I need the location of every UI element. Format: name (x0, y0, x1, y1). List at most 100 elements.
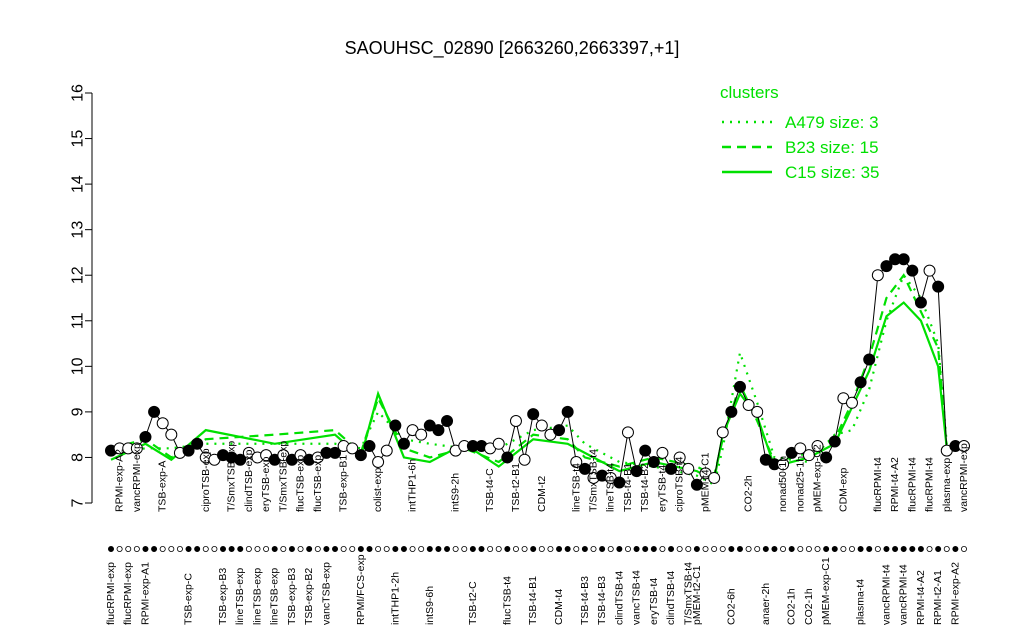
x-tick-label: CDM-exp (837, 468, 849, 512)
rug-mark (711, 546, 718, 553)
rug-mark (254, 546, 261, 553)
rug-mark (599, 546, 606, 553)
rug-mark (435, 546, 442, 553)
data-point (863, 353, 876, 366)
rug-mark (108, 546, 115, 553)
rug-mark (926, 546, 933, 553)
x-tick-label: TSB-t4-C (484, 468, 496, 512)
x-tick-label: eryTSB-exp (260, 456, 272, 512)
rug-mark (607, 546, 614, 553)
x-tick-label: flucTSB-exp (312, 455, 324, 512)
x-tick-label: lineTSB-t4 (605, 463, 617, 512)
rug-mark (194, 546, 201, 553)
data-point (501, 451, 514, 464)
data-point (492, 437, 505, 450)
rug-mark (883, 546, 890, 553)
data-point (165, 428, 178, 441)
x-tick-label: plasma-t4 (855, 579, 867, 625)
rug-mark (349, 546, 356, 553)
rug-mark (581, 546, 588, 553)
rug-marks (108, 546, 968, 553)
data-point (845, 396, 858, 409)
rug-mark (504, 546, 511, 553)
data-point (389, 419, 402, 432)
rug-mark (314, 546, 321, 553)
rug-mark (590, 546, 597, 553)
rug-mark (125, 546, 132, 553)
x-tick-label: vancTSB-t4 (631, 570, 643, 625)
rug-mark (297, 546, 304, 553)
legend-title: clusters (720, 83, 779, 102)
rug-mark (159, 546, 166, 553)
rug-mark (659, 546, 666, 553)
x-tick-label: nonad50-1h (777, 456, 789, 512)
rug-mark (271, 546, 278, 553)
rug-mark (728, 546, 735, 553)
x-tick-label: RPMI-exp-A2 (949, 562, 961, 625)
rug-mark (151, 546, 158, 553)
y-tick-label: 7 (70, 498, 87, 507)
x-tick-label: TSB-t4-B1 (622, 463, 634, 512)
cluster-lines (110, 272, 965, 487)
rug-mark (375, 546, 382, 553)
rug-mark (142, 546, 149, 553)
x-tick-label: clindTSB-exp (243, 449, 255, 512)
x-tick-label: CDM-t2 (536, 476, 548, 512)
x-tick-label: TSB-t4-B3 (596, 576, 608, 625)
data-point (415, 428, 428, 441)
rug-mark (943, 546, 950, 553)
x-tick-label: RPMI/FCS-exp (355, 554, 367, 625)
rug-mark (409, 546, 416, 553)
rug-mark (771, 546, 778, 553)
x-tick-label: vancRPMI-t4 (898, 564, 910, 625)
y-tick-label: 8 (70, 453, 87, 462)
x-tick-label: CDM-t4 (553, 589, 565, 625)
x-tick-label: eryTSB-t4 (656, 465, 668, 512)
x-tick-labels: flucRPMI-exp RPMI-exp-A2 flucRPMI-exp vancR… (105, 441, 970, 625)
rug-mark (866, 546, 873, 553)
rug-mark (780, 546, 787, 553)
rug-mark (332, 546, 339, 553)
rug-mark (745, 546, 752, 553)
chart-title: SAOUHSC_02890 [2663260,2663397,+1] (345, 38, 680, 59)
rug-mark (461, 546, 468, 553)
data-point (923, 264, 936, 277)
rug-mark (719, 546, 726, 553)
rug-mark (788, 546, 795, 553)
rug-mark (900, 546, 907, 553)
rug-mark (530, 546, 537, 553)
rug-mark (693, 546, 700, 553)
x-tick-label: TSB-exp-C (183, 573, 195, 625)
rug-mark (452, 546, 459, 553)
rug-mark (642, 546, 649, 553)
rug-mark (366, 546, 373, 553)
rug-mark (538, 546, 545, 553)
rug-mark (840, 546, 847, 553)
rug-mark (685, 546, 692, 553)
data-point (156, 417, 169, 430)
rug-mark (909, 546, 916, 553)
rug-mark (668, 546, 675, 553)
x-tick-label: intS9-2h (450, 473, 462, 512)
rug-mark (814, 546, 821, 553)
rug-mark (202, 546, 209, 553)
x-tick-label: flucTSB-exp (295, 455, 307, 512)
rug-mark (228, 546, 235, 553)
x-tick-label: T/SmxTSB-exp (226, 441, 238, 512)
y-tick-label: 12 (70, 266, 87, 284)
x-tick-label: eryTSB-t4 (648, 578, 660, 625)
rug-mark (176, 546, 183, 553)
x-tick-label: RPMI-exp-A1 (139, 562, 151, 625)
data-point (397, 437, 410, 450)
x-tick-label: flucRPMI-t4 (924, 457, 936, 512)
x-tick-label: flucRPMI-exp (122, 562, 134, 625)
rug-mark (917, 546, 924, 553)
rug-mark (564, 546, 571, 553)
y-tick-label: 13 (70, 221, 87, 239)
legend: clusters A479 size: 3 B23 size: 15 C15 siz… (720, 83, 880, 182)
y-axis: 7 8 9 10 11 12 13 14 15 16 (70, 84, 93, 507)
data-point (441, 415, 454, 427)
x-tick-label: TSB-exp-B3 (286, 568, 298, 625)
rug-mark (754, 546, 761, 553)
data-point (871, 269, 884, 282)
